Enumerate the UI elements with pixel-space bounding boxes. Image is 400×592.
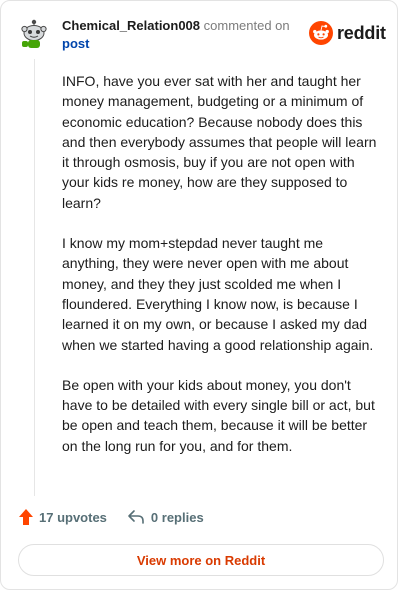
arrow-up-icon: [19, 509, 33, 525]
upvote-count: 17 upvotes: [39, 509, 107, 525]
reply-button[interactable]: 0 replies: [127, 509, 204, 525]
view-more-button[interactable]: View more on Reddit: [18, 544, 384, 576]
reply-arrow-icon: [128, 510, 144, 524]
user-avatar[interactable]: [19, 17, 49, 49]
comment-paragraph: I know my mom+stepdad never taught me an…: [62, 235, 374, 353]
commented-on-label: commented on: [203, 18, 290, 33]
comment-paragraph: INFO, have you ever sat with her and tau…: [62, 73, 377, 211]
comment-embed-card: Chemical_Relation008 commented on post r…: [0, 0, 398, 590]
comment-header: Chemical_Relation008 commented on post: [62, 17, 302, 53]
reply-count: 0 replies: [150, 509, 204, 525]
reddit-logo[interactable]: reddit: [309, 21, 386, 45]
username[interactable]: Chemical_Relation008: [62, 18, 200, 33]
comment-actions: 17 upvotes 0 replies: [19, 509, 224, 525]
post-link[interactable]: post: [62, 35, 89, 53]
comment-body: INFO, have you ever sat with her and tau…: [62, 71, 380, 476]
snoo-avatar-icon: [21, 19, 47, 48]
reddit-wordmark: reddit: [337, 22, 386, 43]
thread-line: [34, 59, 35, 496]
comment-paragraph: Be open with your kids about money, you …: [62, 376, 375, 454]
reddit-snoo-icon: [309, 21, 333, 45]
upvote-button[interactable]: 17 upvotes: [19, 509, 107, 525]
